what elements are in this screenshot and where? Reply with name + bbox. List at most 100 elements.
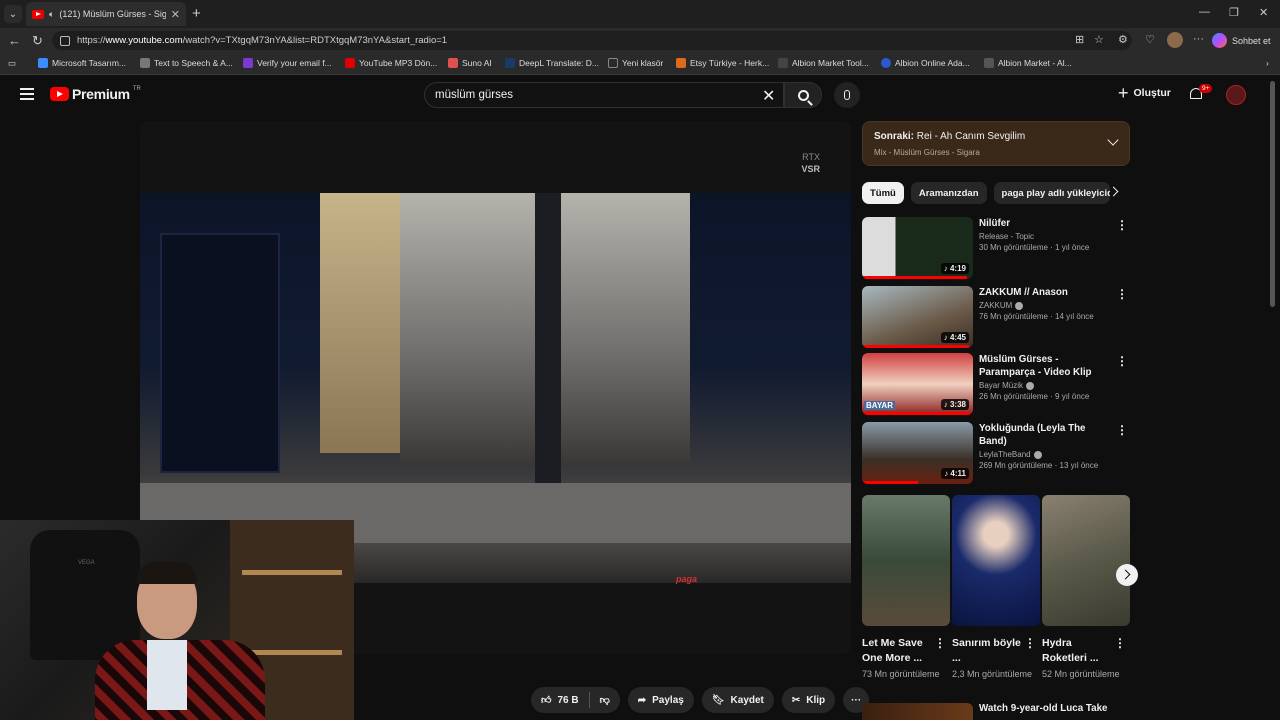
voice-search-button[interactable]	[834, 82, 860, 108]
share-button[interactable]: ➦ Paylaş	[627, 687, 694, 713]
bookmark-item[interactable]: Text to Speech & A...	[140, 58, 233, 68]
video-title[interactable]: Yokluğunda (Leyla The Band)	[979, 422, 1113, 448]
more-vert-icon[interactable]: ⋮	[1116, 424, 1128, 436]
bookmark-item[interactable]: Microsoft Tasarım...	[38, 58, 126, 68]
related-video[interactable]: ♪ 4:11 Yokluğunda (Leyla The Band) Leyla…	[862, 422, 1130, 484]
channel-name[interactable]: ZAKKUM	[979, 301, 1113, 310]
like-button[interactable]: 👍︎ 76 B	[531, 687, 589, 713]
browser-essentials-icon[interactable]: ♡	[1145, 33, 1155, 46]
dislike-button[interactable]: 👎︎	[590, 687, 620, 713]
create-label: Oluştur	[1133, 87, 1171, 99]
bookmark-item[interactable]: YouTube MP3 Dön...	[345, 58, 437, 68]
short-item[interactable]: Hydra Roketleri ... 52 Mn görüntüleme ⋮	[1042, 495, 1130, 681]
bookmark-item[interactable]: Albion Market - Al...	[984, 58, 1072, 68]
refresh-icon[interactable]: ↻	[32, 33, 43, 49]
short-thumbnail[interactable]	[862, 495, 950, 626]
close-window-icon[interactable]: ✕	[1259, 6, 1268, 19]
more-menu-icon[interactable]: ···	[1193, 33, 1204, 45]
search-input[interactable]: müslüm gürses	[424, 82, 784, 108]
watch-progress-bar	[862, 412, 971, 415]
url-prefix: https://	[77, 35, 106, 46]
maximize-icon[interactable]: ❐	[1229, 6, 1239, 19]
save-button[interactable]: 🔖︎ Kaydet	[701, 687, 774, 713]
bookmark-label: Albion Market Tool...	[792, 58, 869, 68]
extensions-icon[interactable]: ⚙	[1118, 33, 1128, 46]
create-button[interactable]: + Oluştur	[1118, 84, 1171, 102]
more-vert-icon[interactable]: ⋮	[934, 636, 946, 650]
notification-count-badge: 9+	[1199, 84, 1213, 93]
copilot-button[interactable]: Sohbet et	[1212, 31, 1271, 50]
video-title[interactable]: Müslüm Gürses - Paramparça - Video Klip	[979, 353, 1113, 379]
chevron-down-icon[interactable]	[1107, 134, 1119, 146]
clip-button[interactable]: ✂ Klip	[781, 687, 836, 713]
clear-search-icon[interactable]: ✕	[762, 86, 775, 106]
tab-list-button[interactable]: ⌄	[4, 5, 22, 23]
related-video[interactable]: ♪ 4:19 Nilüfer Release - Topic 30 Mn gör…	[862, 217, 1130, 279]
channel-name[interactable]: Release - Topic	[979, 232, 1113, 241]
video-title[interactable]: ZAKKUM // Anason	[979, 286, 1113, 299]
menu-icon[interactable]	[20, 88, 34, 103]
short-title[interactable]: Let Me Save One More ...	[862, 636, 932, 666]
search-button[interactable]	[784, 82, 822, 108]
back-icon[interactable]: ←	[8, 33, 21, 48]
more-vert-icon[interactable]: ⋮	[1116, 288, 1128, 300]
youtube-logo[interactable]: Premium TR	[50, 86, 141, 102]
video-thumbnail[interactable]: ♪ 4:45	[862, 286, 973, 348]
more-vert-icon[interactable]: ⋮	[1116, 219, 1128, 231]
chip-all[interactable]: Tümü	[862, 182, 904, 204]
speaker-icon[interactable]: 🔈︎	[49, 9, 54, 20]
short-thumbnail[interactable]	[1042, 495, 1130, 626]
video-title[interactable]: Watch 9-year-old Luca Take	[979, 703, 1107, 714]
video-title[interactable]: Nilüfer	[979, 217, 1113, 230]
bookmark-item[interactable]: Albion Market Tool...	[778, 58, 869, 68]
channel-watermark[interactable]: paga	[676, 574, 697, 584]
related-video[interactable]: Watch 9-year-old Luca Take	[862, 703, 1130, 720]
up-next-prefix: Sonraki:	[874, 131, 915, 142]
close-tab-icon[interactable]: ✕	[171, 8, 180, 21]
video-meta: 30 Mn görüntüleme · 1 yıl önce	[979, 243, 1090, 252]
related-video[interactable]: BAYAR ♪ 3:38 Müslüm Gürses - Paramparça …	[862, 353, 1130, 415]
chevron-right-icon[interactable]	[1108, 186, 1119, 197]
video-thumbnail[interactable]: BAYAR ♪ 3:38	[862, 353, 973, 415]
chip-uploader[interactable]: paga play adlı yükleyicid	[993, 182, 1110, 204]
video-thumbnail[interactable]: ♪ 4:19	[862, 217, 973, 279]
related-video[interactable]: ♪ 4:45 ZAKKUM // Anason ZAKKUM 76 Mn gör…	[862, 286, 1130, 348]
site-info-icon[interactable]	[60, 35, 70, 46]
account-avatar[interactable]	[1226, 85, 1246, 105]
bookmark-item[interactable]: DeepL Translate: D...	[505, 58, 599, 68]
browser-tab-active[interactable]: 🔈︎ (121) Müslüm Gürses - Sigara ✕	[26, 2, 186, 26]
video-thumbnail[interactable]: ♪ 4:11	[862, 422, 973, 484]
chip-from-search[interactable]: Aramanızdan	[910, 182, 987, 204]
bookmarks-overflow-icon[interactable]: ›	[1266, 58, 1269, 68]
short-item[interactable]: Sanırım böyle ... 2,3 Mn görüntüleme ⋮	[952, 495, 1040, 681]
bookmark-item[interactable]: Etsy Türkiye - Herk...	[676, 58, 769, 68]
youtube-favicon-icon	[32, 9, 44, 19]
favorite-star-icon[interactable]: ☆	[1094, 33, 1104, 46]
bookmark-item[interactable]: Suno AI	[448, 58, 492, 68]
up-next-panel[interactable]: Sonraki: Rei - Ah Canım Sevgilim Mix - M…	[862, 121, 1130, 166]
shorts-next-button[interactable]	[1116, 564, 1138, 586]
more-vert-icon[interactable]: ⋮	[1114, 636, 1126, 650]
new-tab-button[interactable]: +	[192, 5, 201, 22]
more-vert-icon[interactable]: ⋮	[1024, 636, 1036, 650]
short-item[interactable]: Let Me Save One More ... 73 Mn görüntüle…	[862, 495, 950, 681]
short-thumbnail[interactable]	[952, 495, 1040, 626]
reading-list-icon[interactable]: ▭	[8, 58, 16, 69]
channel-name[interactable]: LeylaTheBand	[979, 450, 1113, 459]
profile-avatar[interactable]	[1167, 32, 1183, 48]
more-vert-icon[interactable]: ⋮	[1116, 355, 1128, 367]
share-icon: ➦	[637, 694, 647, 706]
page-scrollbar[interactable]	[1270, 81, 1275, 307]
verified-icon	[1015, 301, 1024, 310]
short-title[interactable]: Hydra Roketleri ...	[1042, 636, 1112, 666]
url-field[interactable]: https://www.youtube.com/watch?v=TXtgqM73…	[52, 31, 1132, 50]
bookmark-item[interactable]: Albion Online Ada...	[881, 58, 970, 68]
bookmark-item[interactable]: Verify your email f...	[243, 58, 332, 68]
channel-name[interactable]: Bayar Müzik	[979, 381, 1113, 390]
app-available-icon[interactable]: ⊞	[1075, 33, 1084, 46]
share-label: Paylaş	[652, 694, 684, 706]
video-thumbnail[interactable]	[862, 703, 973, 720]
bookmark-folder[interactable]: Yeni klasör	[608, 58, 663, 68]
short-title[interactable]: Sanırım böyle ...	[952, 636, 1022, 666]
minimize-icon[interactable]: —	[1199, 6, 1210, 18]
